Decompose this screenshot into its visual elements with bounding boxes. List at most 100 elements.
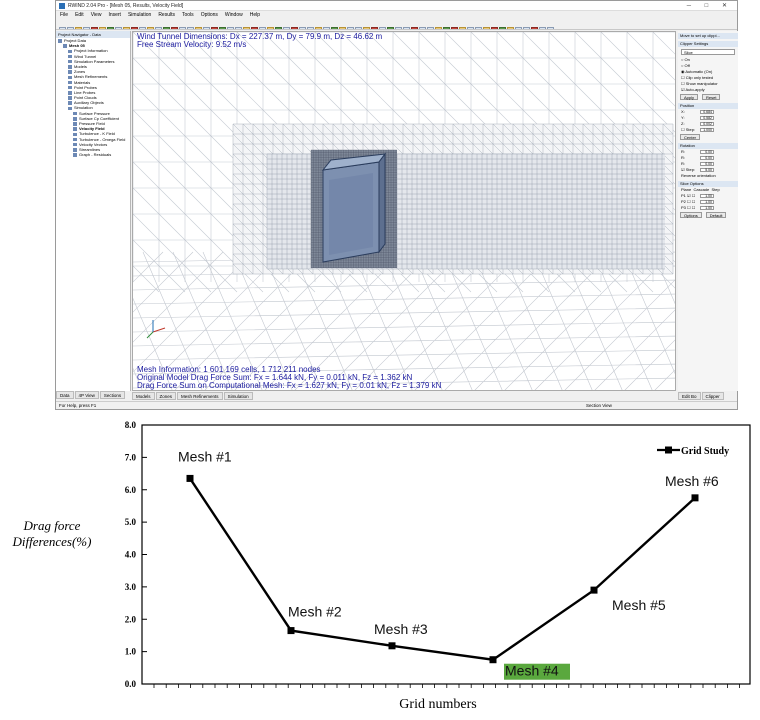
toolbar-tool-icon[interactable] [435,27,442,29]
menu-options[interactable]: Options [201,12,218,18]
toolbar-tool-icon[interactable] [99,27,106,29]
toolbar-tool-icon[interactable] [163,27,170,29]
toolbar-tool-icon[interactable] [371,27,378,29]
viewport-tab[interactable]: Mesh Refinements [177,392,223,400]
toolbar-tool-icon[interactable] [283,27,290,29]
mesh-scene[interactable] [133,32,676,391]
reverse-orientation[interactable]: Reverse orientation [678,173,738,179]
toolbar-tool-icon[interactable] [83,27,90,29]
toolbar-tool-icon[interactable] [259,27,266,29]
panel-tab[interactable]: Edit Bo [678,392,701,400]
toolbar-tool-icon[interactable] [395,27,402,29]
toolbar-tool-icon[interactable] [75,27,82,29]
toolbar-tool-icon[interactable] [347,27,354,29]
nav-tab[interactable]: 4P View [74,391,99,399]
menu-view[interactable]: View [91,12,102,18]
toolbar-tool-icon[interactable] [419,27,426,29]
toolbar-tool-icon[interactable] [451,27,458,29]
toolbar-tool-icon[interactable] [379,27,386,29]
toolbar-tool-icon[interactable] [235,27,242,29]
3d-viewport[interactable]: Wind Tunnel Dimensions: Dx = 227.37 m, D… [132,31,676,391]
toolbar-tool-icon[interactable] [499,27,506,29]
toolbar-tool-icon[interactable] [67,27,74,29]
check-auto-apply[interactable]: ☑ Auto-apply [678,87,738,93]
rot-x-field[interactable]: 0.00 [700,150,714,154]
apply-button[interactable]: Apply [680,94,699,100]
step2-field[interactable]: 5.00 [700,168,714,172]
default-button[interactable]: Default [705,212,727,218]
menu-window[interactable]: Window [225,12,243,18]
toolbar-tool-icon[interactable] [59,27,66,29]
toolbar-tool-icon[interactable] [483,27,490,29]
toolbar-tool-icon[interactable] [211,27,218,29]
toolbar-tool-icon[interactable] [227,27,234,29]
toolbar-tool-icon[interactable] [275,27,282,29]
toolbar-tool-icon[interactable] [131,27,138,29]
toolbar-tool-icon[interactable] [115,27,122,29]
center-button[interactable]: Center [680,134,701,140]
toolbar-tool-icon[interactable] [299,27,306,29]
toolbar-tool-icon[interactable] [107,27,114,29]
toolbar-tool-icon[interactable] [267,27,274,29]
toolbar-tool-icon[interactable] [307,27,314,29]
toolbar-tool-icon[interactable] [243,27,250,29]
slice-row-p3[interactable]: P3 ☐ ☐ 1.00 [678,205,738,211]
toolbar-tool-icon[interactable] [315,27,322,29]
toolbar-tool-icon[interactable] [411,27,418,29]
pos-z-field[interactable]: 0.002 [700,122,714,126]
toolbar-tool-icon[interactable] [515,27,522,29]
toolbar-tool-icon[interactable] [291,27,298,29]
toolbar-tool-icon[interactable] [523,27,530,29]
toolbar-tool-icon[interactable] [427,27,434,29]
toolbar-tool-icon[interactable] [491,27,498,29]
toolbar-tool-icon[interactable] [219,27,226,29]
toolbar-tool-icon[interactable] [187,27,194,29]
toolbar-tool-icon[interactable] [171,27,178,29]
toolbar-tool-icon[interactable] [155,27,162,29]
clipper-type-select[interactable]: Slice [681,49,735,55]
menu-help[interactable]: Help [250,12,260,18]
toolbar-tool-icon[interactable] [387,27,394,29]
reset-button[interactable]: Reset [702,94,721,100]
toolbar-tool-icon[interactable] [179,27,186,29]
toolbar-tool-icon[interactable] [531,27,538,29]
toolbar-tool-icon[interactable] [363,27,370,29]
toolbar-tool-icon[interactable] [251,27,258,29]
toolbar-tool-icon[interactable] [403,27,410,29]
viewport-tab[interactable]: Zones [155,392,177,400]
menu-file[interactable]: File [60,12,68,18]
menu-results[interactable]: Results [158,12,175,18]
options-button[interactable]: Options [680,212,702,218]
menu-tools[interactable]: Tools [182,12,194,18]
pos-y-field[interactable]: 0.582 [700,116,714,120]
viewport-tab[interactable]: Models [132,392,155,400]
toolbar-tool-icon[interactable] [507,27,514,29]
toolbar-tool-icon[interactable] [539,27,546,29]
window-controls[interactable]: ─ □ ✕ [687,1,733,11]
toolbar-tool-icon[interactable] [123,27,130,29]
toolbar-tool-icon[interactable] [547,27,554,29]
toolbar-tool-icon[interactable] [355,27,362,29]
pos-x-field[interactable]: 0.684 [700,110,714,114]
nav-tab[interactable]: Data [56,391,74,399]
menu-simulation[interactable]: Simulation [128,12,151,18]
toolbar-tool-icon[interactable] [475,27,482,29]
step-field[interactable]: 1.000 [700,128,714,132]
rot-y-field[interactable]: 0.00 [700,156,714,160]
toolbar-tool-icon[interactable] [147,27,154,29]
toolbar-tool-icon[interactable] [467,27,474,29]
panel-tab[interactable]: Clipper [701,392,724,400]
nav-tab[interactable]: Sections [99,391,126,399]
toolbar-tool-icon[interactable] [139,27,146,29]
toolbar-tool-icon[interactable] [323,27,330,29]
tree-item[interactable]: Graph - Residuals [56,152,130,157]
toolbar-tool-icon[interactable] [331,27,338,29]
toolbar-tool-icon[interactable] [459,27,466,29]
viewport-tab[interactable]: Simulation [223,392,253,400]
toolbar-tool-icon[interactable] [91,27,98,29]
toolbar-tool-icon[interactable] [443,27,450,29]
toolbar-tool-icon[interactable] [203,27,210,29]
toolbar-tool-icon[interactable] [195,27,202,29]
menu-insert[interactable]: Insert [108,12,121,18]
rot-z-field[interactable]: 0.00 [700,162,714,166]
